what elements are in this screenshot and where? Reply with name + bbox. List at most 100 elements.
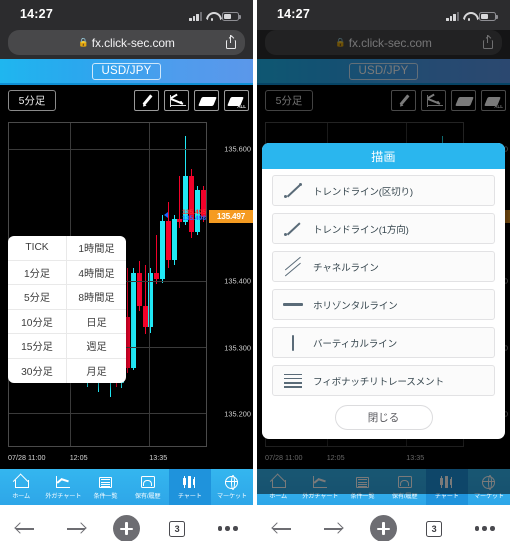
drawing-tool-buttons: ALL — [134, 90, 249, 111]
tabs-button[interactable]: 3 — [409, 520, 460, 537]
plus-icon — [369, 515, 397, 541]
more-options-button[interactable] — [202, 526, 253, 531]
vertical-line-icon — [273, 328, 313, 357]
address-bar[interactable]: 🔒 fx.click-sec.com — [8, 30, 245, 55]
drawing-tool-trendline-ray[interactable]: トレンドライン(1方向) — [272, 213, 495, 244]
candlestick-icon — [183, 475, 197, 490]
nav-item-save-history[interactable]: 保有/履歴 — [127, 469, 169, 505]
pencil-tool-button[interactable] — [134, 90, 159, 111]
timeframe-option[interactable]: 15分足 — [8, 334, 67, 359]
trendline-ray-icon — [273, 214, 313, 243]
drawing-tool-label: チャネルライン — [313, 262, 379, 274]
tabs-count-label: 3 — [169, 520, 186, 537]
status-indicators — [189, 9, 241, 21]
drawing-tool-vertical-line[interactable]: バーティカルライン — [272, 327, 495, 358]
eraser-tool-button[interactable] — [194, 90, 219, 111]
forward-button[interactable] — [51, 522, 102, 536]
chart-area[interactable]: 135.600 135.400 135.300 135.200 07/28 11:00… — [0, 116, 253, 469]
status-bar: 14:27 — [257, 0, 510, 30]
timeframe-option[interactable]: 5分足 — [8, 285, 67, 310]
candle-body — [154, 273, 160, 279]
price-pointer-icon — [164, 212, 168, 219]
horizontal-line-icon — [273, 290, 313, 319]
candle-body — [165, 220, 171, 261]
current-price-tag: 135.497 — [209, 210, 253, 224]
drawing-tool-label: ホリゾンタルライン — [313, 300, 398, 312]
drawing-tool-horizontal-line[interactable]: ホリゾンタルライン — [272, 289, 495, 320]
tabs-button[interactable]: 3 — [152, 520, 203, 537]
conditions-list-icon — [98, 475, 112, 490]
status-clock: 14:27 — [20, 7, 53, 21]
browser-bottom-bar: 3 — [257, 505, 510, 541]
back-button[interactable] — [257, 522, 308, 536]
dialog-footer: 閉じる — [262, 403, 505, 430]
drawing-tool-label: フィボナッチリトレースメント — [313, 376, 444, 388]
right-screen: 14:27 🔒 fx.click-sec.com USD/JPY 5分足 — [257, 0, 510, 541]
nav-item-label: チャート — [177, 492, 202, 500]
y-axis-tick-label: 135.600 — [224, 144, 251, 154]
forward-button[interactable] — [308, 522, 359, 536]
y-axis-tick-label: 135.300 — [224, 343, 251, 352]
x-axis-labels: 07/28 11:00 12:05 13:35 — [8, 453, 207, 464]
nav-item-conditions-list[interactable]: 条件一覧 — [84, 469, 126, 505]
timeframe-option[interactable]: 1時間足 — [67, 236, 126, 261]
arrow-right-icon — [323, 522, 344, 536]
status-indicators — [446, 9, 498, 21]
browser-url-bar-container: 🔒 fx.click-sec.com — [0, 30, 253, 59]
y-axis-labels: 135.600 135.400 135.300 135.200 — [207, 122, 253, 447]
nav-item-label: 外ガチャート — [45, 492, 82, 500]
nav-item-candlestick[interactable]: チャート — [168, 469, 211, 505]
share-icon[interactable] — [226, 35, 236, 49]
fibonacci-retracement-icon — [273, 366, 313, 395]
ask-price: 135.498 — [182, 214, 206, 222]
drawing-tool-label: バーティカルライン — [313, 338, 397, 350]
candle-body — [171, 218, 177, 261]
timeframe-option[interactable]: 1分足 — [8, 260, 67, 285]
back-button[interactable] — [0, 522, 51, 536]
timeframe-option[interactable]: 10分足 — [8, 309, 67, 334]
indicator-tool-button[interactable] — [164, 90, 189, 111]
timeframe-option[interactable]: 日足 — [67, 310, 126, 334]
new-tab-button[interactable] — [358, 515, 409, 541]
rate-chart-icon — [55, 475, 71, 490]
nav-item-label: マーケット — [216, 492, 247, 500]
candle-body — [160, 220, 166, 279]
timeframe-option[interactable]: TICK — [8, 236, 67, 261]
drawing-tool-label: トレンドライン(1方向) — [313, 224, 409, 236]
chart-toolbar: 5分足 ALL — [0, 85, 253, 116]
pair-symbol-chip[interactable]: USD/JPY — [91, 62, 162, 80]
timeframe-option[interactable]: 週足 — [67, 334, 126, 359]
cellular-signal-icon — [446, 12, 459, 21]
nav-item-home[interactable]: ホーム — [0, 469, 42, 505]
browser-bottom-bar: 3 — [0, 505, 253, 541]
x-axis-tick-label: 07/28 11:00 — [8, 453, 46, 462]
screenshot-root: 14:27 🔒 fx.click-sec.com USD/JPY 5分足 ALL… — [0, 0, 510, 541]
grid-line-vertical — [148, 123, 150, 446]
dialog-title: 描画 — [262, 143, 505, 169]
status-clock: 14:27 — [277, 7, 310, 21]
more-options-button[interactable] — [459, 526, 510, 531]
battery-icon — [479, 11, 498, 21]
nav-item-globe[interactable]: マーケット — [211, 469, 253, 505]
timeframe-option[interactable]: 4時間足 — [67, 261, 126, 285]
timeframe-dropdown-menu[interactable]: TICK1時間足1分足4時間足5分足8時間足10分足日足15分足週足30分足月足 — [8, 236, 126, 383]
new-tab-button[interactable] — [101, 515, 152, 541]
wifi-icon — [206, 12, 218, 21]
timeframe-button[interactable]: 5分足 — [8, 90, 56, 111]
close-dialog-button[interactable]: 閉じる — [334, 405, 433, 430]
drawing-tool-trendline-segment[interactable]: トレンドライン(区切り) — [272, 175, 495, 206]
drawing-tool-channel-line[interactable]: チャネルライン — [272, 251, 495, 282]
timeframe-option[interactable]: 月足 — [67, 359, 126, 384]
pencil-icon — [141, 95, 154, 108]
drawing-tool-label: トレンドライン(区切り) — [313, 186, 413, 198]
drawing-tool-fibonacci-retracement[interactable]: フィボナッチリトレースメント — [272, 365, 495, 396]
timeframe-option[interactable]: 8時間足 — [67, 285, 126, 310]
nav-item-rate-chart[interactable]: 外ガチャート — [42, 469, 84, 505]
eraser-all-tool-button[interactable]: ALL — [224, 90, 249, 111]
timeframe-option[interactable]: 30分足 — [8, 358, 67, 383]
status-bar: 14:27 — [0, 0, 253, 30]
grid-line-horizontal — [9, 149, 206, 151]
trendline-segment-icon — [273, 176, 313, 205]
channel-line-icon — [273, 252, 313, 281]
left-screen: 14:27 🔒 fx.click-sec.com USD/JPY 5分足 ALL… — [0, 0, 253, 541]
